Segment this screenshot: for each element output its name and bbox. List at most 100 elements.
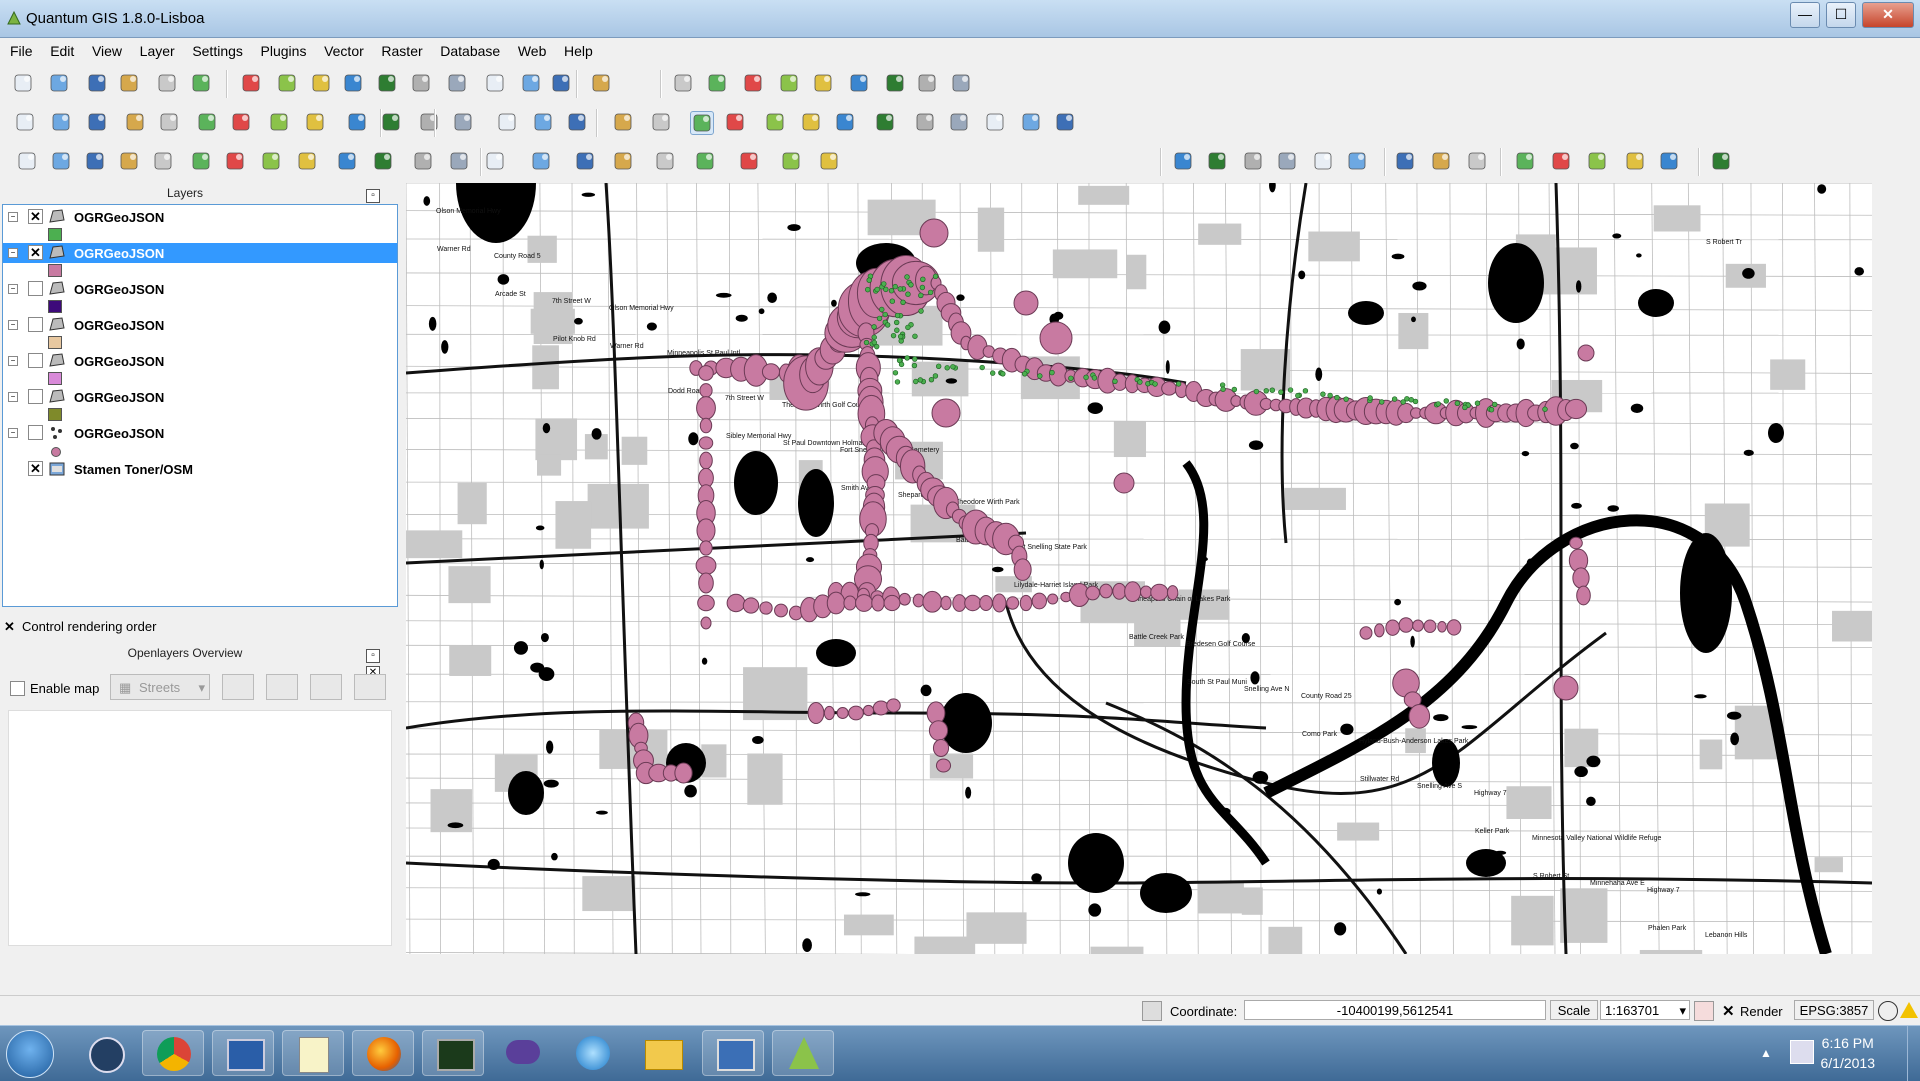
map-canvas[interactable]: Olson Memorial HwyOlson Memorial HwyTheo… — [406, 183, 1872, 954]
toolbar-button-icon[interactable] — [530, 150, 554, 174]
warning-icon[interactable] — [1900, 1002, 1918, 1018]
taskbar-notepad[interactable] — [282, 1030, 344, 1076]
toolbar-button-icon[interactable] — [190, 72, 214, 96]
menu-plugins[interactable]: Plugins — [254, 38, 314, 59]
toolbar-button-icon[interactable] — [240, 72, 264, 96]
rendering-order-checkbox[interactable]: ✕ — [4, 619, 15, 635]
toolbar-button-icon[interactable] — [16, 150, 40, 174]
layers-tree[interactable]: − ✕ OGRGeoJSON − ✕ OGRGeoJSON − OGRGeoJS… — [2, 204, 398, 607]
overview-info-button[interactable] — [354, 674, 386, 700]
toolbar-button-icon[interactable] — [276, 72, 300, 96]
toolbar-button-icon[interactable] — [484, 72, 508, 96]
toolbar-button-icon[interactable] — [914, 111, 938, 135]
toolbar-button-icon[interactable] — [1172, 150, 1196, 174]
streets-select[interactable]: ▦ Streets ▾ — [110, 674, 210, 700]
toolbar-button-icon[interactable] — [566, 111, 590, 135]
toolbar-button-icon[interactable] — [1624, 150, 1648, 174]
toolbar-button-icon[interactable] — [50, 150, 74, 174]
toolbar-button-icon[interactable] — [818, 150, 842, 174]
toolbar-button-icon[interactable] — [1206, 150, 1230, 174]
map-svg[interactable]: Olson Memorial HwyOlson Memorial HwyTheo… — [406, 183, 1872, 954]
toolbar-button-icon[interactable] — [296, 150, 320, 174]
toolbar-button-icon[interactable] — [380, 111, 404, 135]
toolbar-button-icon[interactable] — [1020, 111, 1044, 135]
toolbar-button-icon[interactable] — [118, 150, 142, 174]
menu-raster[interactable]: Raster — [374, 38, 429, 59]
enable-map-checkbox[interactable] — [10, 681, 25, 696]
toolbar-button-icon[interactable] — [884, 72, 908, 96]
toolbar-button-icon[interactable] — [1550, 150, 1574, 174]
toolbar-button-icon[interactable] — [694, 150, 718, 174]
toolbar-button-icon[interactable] — [418, 111, 442, 135]
toolbar-button-icon[interactable] — [86, 111, 110, 135]
toolbar-button-icon[interactable] — [800, 111, 824, 135]
layer-visibility-checkbox[interactable]: ✕ — [28, 209, 43, 224]
menu-web[interactable]: Web — [511, 38, 554, 59]
toolbar-button-icon[interactable] — [336, 150, 360, 174]
toolbar-button-icon[interactable] — [874, 111, 898, 135]
menu-file[interactable]: File — [0, 38, 40, 59]
toolbar-button-icon[interactable] — [1430, 150, 1454, 174]
toolbar-button-icon[interactable] — [12, 72, 36, 96]
toolbar-button-icon[interactable] — [48, 72, 72, 96]
toolbar-button-icon[interactable] — [224, 150, 248, 174]
toolbar-button-icon[interactable] — [1466, 150, 1490, 174]
toolbar-button-icon[interactable] — [650, 111, 674, 135]
collapse-toggle[interactable]: − — [8, 284, 18, 294]
toolbar-button-icon[interactable] — [342, 72, 366, 96]
toolbar-button-icon[interactable] — [1710, 150, 1734, 174]
toolbar-button-icon[interactable] — [310, 72, 334, 96]
toolbar-button-icon[interactable] — [1514, 150, 1538, 174]
toolbar-button-icon[interactable] — [780, 150, 804, 174]
toolbar-button-icon[interactable] — [724, 111, 748, 135]
menu-layer[interactable]: Layer — [133, 38, 182, 59]
collapse-toggle[interactable]: − — [8, 212, 18, 222]
toolbar-button-icon[interactable] — [1658, 150, 1682, 174]
toolbar-button-icon[interactable] — [196, 111, 220, 135]
layer-visibility-checkbox[interactable] — [28, 425, 43, 440]
overview-refresh-button[interactable] — [266, 674, 298, 700]
toolbar-button-icon[interactable] — [1346, 150, 1370, 174]
taskbar-explorer[interactable] — [632, 1030, 694, 1076]
projection-icon[interactable] — [1878, 1001, 1898, 1021]
close-window-button[interactable]: ✕ — [1862, 2, 1914, 28]
toolbar-button-icon[interactable] — [496, 111, 520, 135]
toolbar-button-icon[interactable] — [14, 111, 38, 135]
toolbar-button-icon[interactable] — [268, 111, 292, 135]
menu-vector[interactable]: Vector — [317, 38, 371, 59]
toolbar-button-icon[interactable] — [672, 72, 696, 96]
toolbar-button-icon[interactable] — [376, 72, 400, 96]
show-desktop-button[interactable] — [1907, 1026, 1920, 1081]
toolbar-button-icon[interactable] — [778, 72, 802, 96]
toolbar-button-icon[interactable] — [410, 72, 434, 96]
toolbar-button-icon[interactable] — [50, 111, 74, 135]
layer-visibility-checkbox[interactable] — [28, 353, 43, 368]
toolbar-button-icon[interactable] — [1394, 150, 1418, 174]
toolbar-button-icon[interactable] — [304, 111, 328, 135]
toolbar-button-icon[interactable] — [346, 111, 370, 135]
toolbar-button-icon[interactable] — [412, 150, 436, 174]
toolbar-button-icon[interactable] — [612, 111, 636, 135]
toolbar-button-icon[interactable] — [550, 72, 574, 96]
layer-visibility-checkbox[interactable] — [28, 317, 43, 332]
toolbar-button-icon[interactable] — [84, 150, 108, 174]
toolbar-button-icon[interactable] — [446, 72, 470, 96]
taskbar-chrome[interactable] — [142, 1030, 204, 1076]
layer-visibility-checkbox[interactable]: ✕ — [28, 245, 43, 260]
toolbar-button-icon[interactable] — [124, 111, 148, 135]
toolbar-button-icon[interactable] — [118, 72, 142, 96]
toolbar-button-icon[interactable] — [848, 72, 872, 96]
crs-status-button[interactable]: EPSG:3857 — [1794, 1000, 1874, 1020]
toolbar-button-icon[interactable] — [158, 111, 182, 135]
toolbar-button-icon[interactable] — [1586, 150, 1610, 174]
menu-settings[interactable]: Settings — [185, 38, 250, 59]
layer-row-ogrgeojson-4[interactable]: − OGRGeoJSON — [3, 315, 397, 335]
toolbar-button-icon[interactable] — [742, 72, 766, 96]
toolbar-button-icon[interactable] — [706, 72, 730, 96]
toolbar-button-icon[interactable] — [230, 111, 254, 135]
menu-database[interactable]: Database — [433, 38, 507, 59]
clock[interactable]: 6:16 PM 6/1/2013 — [1821, 1033, 1876, 1073]
collapse-toggle[interactable]: − — [8, 248, 18, 258]
float-icon[interactable]: ▫ — [366, 649, 380, 663]
layer-row-stamen-toner[interactable]: ✕ Stamen Toner/OSM — [3, 459, 397, 479]
